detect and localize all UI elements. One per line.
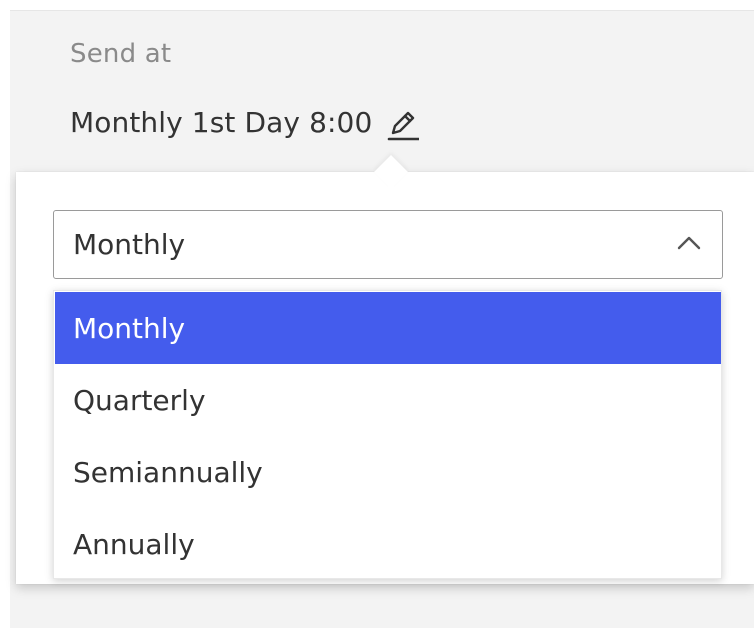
frequency-selected-value: Monthly [73,228,186,261]
frequency-option-annually[interactable]: Annually [55,508,721,580]
schedule-summary: Monthly 1st Day 8:00 [70,104,420,142]
pencil-icon[interactable] [385,107,420,141]
frequency-option-quarterly[interactable]: Quarterly [55,364,721,436]
frequency-option-monthly[interactable]: Monthly [55,292,721,364]
frequency-dropdown-menu: Monthly Quarterly Semiannually Annually [53,290,722,579]
frequency-option-semiannually[interactable]: Semiannually [55,436,721,508]
schedule-value: Monthly 1st Day 8:00 [70,106,373,139]
frequency-select[interactable]: Monthly [53,210,723,279]
chevron-up-icon [677,236,701,250]
send-at-label: Send at [70,39,172,69]
